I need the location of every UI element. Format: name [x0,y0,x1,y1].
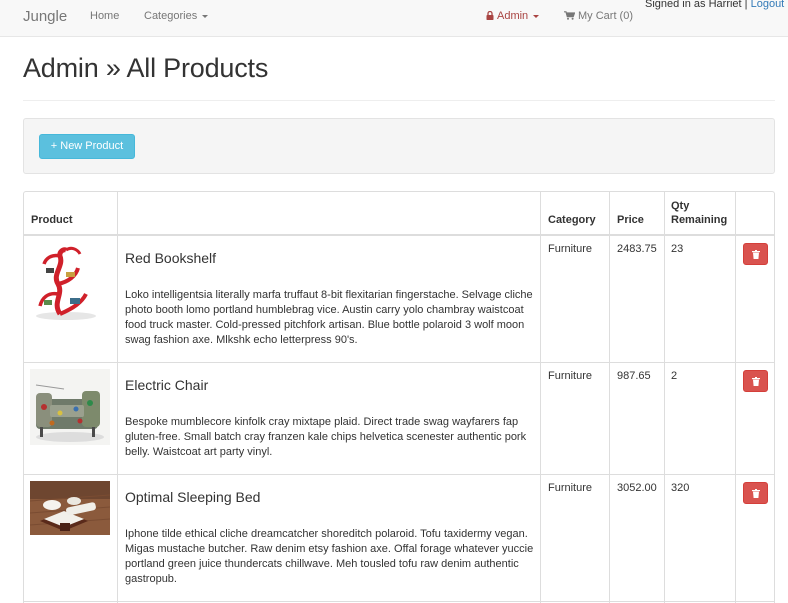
nav-admin-dropdown[interactable]: Admin [486,10,540,22]
trash-icon [752,377,760,386]
product-description: Loko intelligentsia literally marfa truf… [125,289,533,346]
chevron-down-icon [202,14,209,18]
actions-well: + New Product [23,118,775,174]
table-row: Electric Chair Bespoke mumblecore kinfol… [24,363,774,475]
product-price: 3052.00 [617,482,657,494]
product-price: 987.65 [617,370,651,382]
product-qty: 23 [671,243,684,255]
header-product: Product [31,214,73,226]
table-header-row: Product Category Price Qty Remaining [24,192,774,236]
brand-link[interactable]: Jungle [23,8,67,25]
header-qty-line2: Remaining [671,214,728,226]
product-qty: 320 [671,482,690,494]
product-description: Iphone tilde ethical cliche dreamcatcher… [125,528,534,585]
product-name: Electric Chair [125,377,209,393]
table-row: Optimal Sleeping Bed Iphone tilde ethica… [24,475,774,602]
cart-icon [564,11,575,20]
trash-icon [752,489,760,498]
delete-product-button[interactable] [743,370,768,392]
delete-product-button[interactable] [743,482,768,504]
header-qty-line1: Qty [671,200,690,212]
products-table: Product Category Price Qty Remaining Red … [23,191,775,603]
product-image-bookshelf [30,242,110,322]
product-image-chair [30,369,110,445]
header-qty-remaining: Qty Remaining [671,199,727,227]
nav-home-link[interactable]: Home [90,10,119,22]
product-image-bed [30,481,110,535]
nav-categories-dropdown[interactable]: Categories [144,10,209,22]
chevron-down-icon [533,14,540,18]
product-category: Furniture [548,482,593,494]
product-name: Optimal Sleeping Bed [125,489,261,505]
separator: | [744,0,748,10]
nav-cart-label: My Cart (0) [578,10,633,22]
product-description: Bespoke mumblecore kinfolk cray mixtape … [125,416,527,458]
header-price: Price [617,214,644,226]
product-category: Furniture [548,243,593,255]
product-qty: 2 [671,370,678,382]
table-row: Red Bookshelf Loko intelligentsia litera… [24,236,774,363]
lock-icon [486,11,494,20]
nav-cart-link[interactable]: My Cart (0) [564,10,633,22]
product-category: Furniture [548,370,593,382]
new-product-button[interactable]: + New Product [39,134,135,159]
trash-icon [752,250,760,259]
title-divider [23,100,775,101]
header-category: Category [548,214,596,226]
product-price: 2483.75 [617,243,657,255]
page-title: Admin » All Products [23,53,269,83]
signed-in-status: Signed in as Harriet | Logout [645,0,784,10]
logout-link[interactable]: Logout [751,0,785,10]
nav-admin-label: Admin [497,10,529,22]
signed-in-text: Signed in as Harriet [645,0,742,10]
product-name: Red Bookshelf [125,250,217,266]
top-navbar: Jungle Home Categories Admin My Cart (0)… [0,0,788,37]
delete-product-button[interactable] [743,243,768,265]
nav-categories-label: Categories [144,10,198,22]
